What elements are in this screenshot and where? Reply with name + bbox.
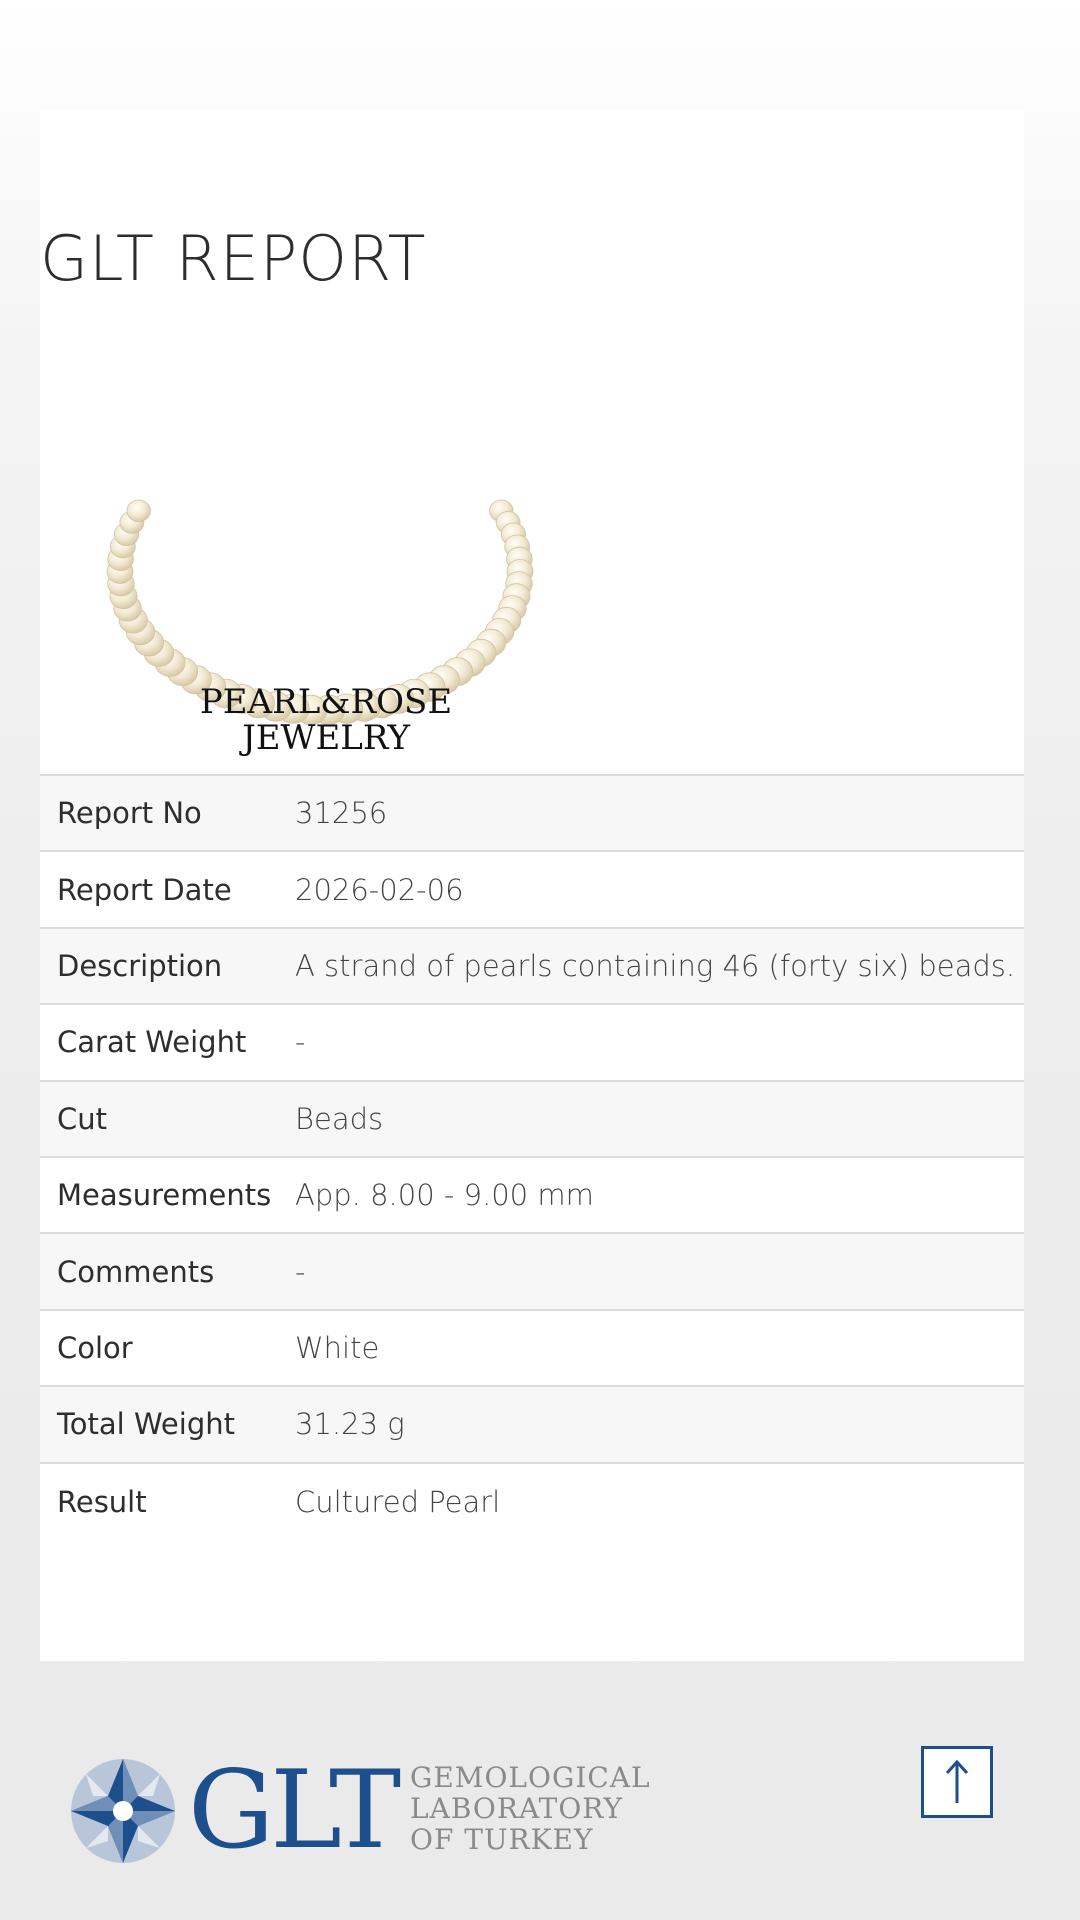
row-value: 31.23 g — [295, 1407, 405, 1442]
row-label: Description — [57, 948, 223, 983]
row-label: Report No — [57, 796, 202, 831]
row-value: - — [295, 1025, 306, 1060]
table-row: Carat Weight - — [40, 1005, 1024, 1082]
glt-logo-text: GEMOLOGICAL LABORATORY OF TURKEY — [410, 1762, 651, 1855]
table-row: Report No 31256 — [40, 776, 1024, 853]
brand-name-line1: PEARL&ROSE — [199, 682, 453, 722]
row-value: 31256 — [295, 796, 388, 831]
row-label: Cut — [57, 1101, 107, 1136]
row-value: Beads — [295, 1101, 384, 1136]
report-table: Report No 31256 Report Date 2026-02-06 Des… — [40, 774, 1024, 1540]
row-value: 2026-02-06 — [295, 872, 464, 907]
glt-logo[interactable]: GLT GEMOLOGICAL LABORATORY OF TURKEY — [68, 1752, 668, 1870]
table-row: Measurements App. 8.00 - 9.00 mm — [40, 1157, 1024, 1235]
pearl-bead — [126, 499, 151, 523]
row-label: Color — [57, 1330, 133, 1365]
glt-logo-line2: LABORATORY — [410, 1792, 623, 1825]
table-row: Total Weight 31.23 g — [40, 1387, 1024, 1464]
glt-logo-letters: GLT — [188, 1748, 401, 1873]
brand-logo: PEARL&ROSE JEWELRY — [70, 684, 582, 756]
table-row: Report Date 2026-02-06 — [40, 852, 1024, 929]
row-value: - — [295, 1254, 306, 1289]
row-label: Carat Weight — [57, 1025, 247, 1060]
gem-emblem-icon — [71, 1759, 175, 1863]
table-row: Description A strand of pearls containing… — [40, 928, 1024, 1006]
row-label: Comments — [57, 1254, 215, 1289]
row-value: Cultured Pearl — [295, 1484, 501, 1519]
page-title: GLT REPORT — [40, 222, 427, 295]
row-label: Report Date — [57, 872, 232, 907]
glt-logo-line3: OF TURKEY — [410, 1823, 594, 1856]
glt-logo-line1: GEMOLOGICAL — [410, 1761, 651, 1794]
table-row: Comments - — [40, 1234, 1024, 1311]
row-label: Total Weight — [57, 1407, 235, 1442]
row-value: White — [295, 1330, 380, 1365]
table-row: Color White — [40, 1310, 1024, 1388]
row-value: App. 8.00 - 9.00 mm — [295, 1178, 594, 1213]
brand-name-line2: JEWELRY — [242, 718, 410, 758]
row-label: Measurements — [57, 1178, 272, 1213]
row-value: A strand of pearls containing 46 (forty … — [295, 948, 1016, 983]
scroll-to-top-button[interactable] — [921, 1746, 993, 1818]
arrow-up-icon — [945, 1759, 969, 1803]
table-row: Cut Beads — [40, 1081, 1024, 1158]
table-row: Result Cultured Pearl — [40, 1463, 1024, 1540]
row-label: Result — [57, 1484, 147, 1519]
